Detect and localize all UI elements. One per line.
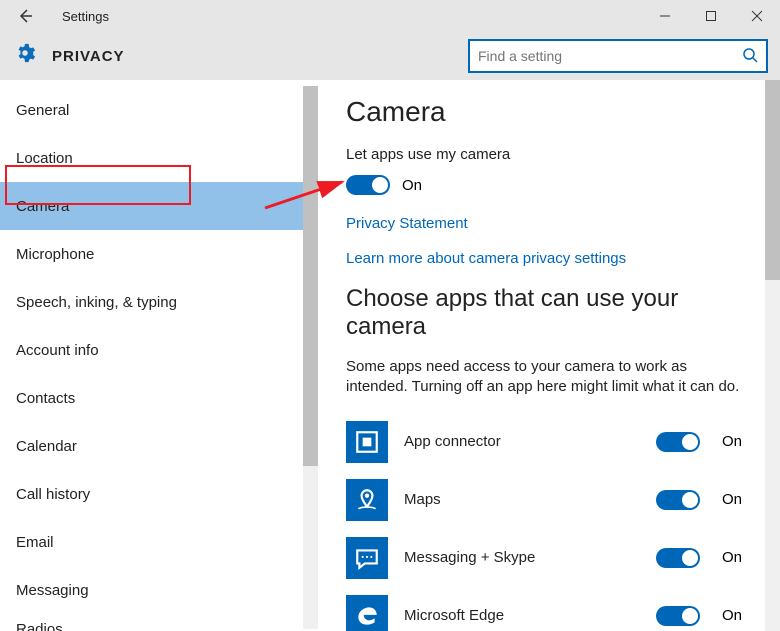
sidebar-item-label: General bbox=[16, 102, 69, 119]
sidebar-item-speech[interactable]: Speech, inking, & typing bbox=[0, 278, 303, 326]
edge-icon bbox=[346, 595, 388, 631]
gear-icon bbox=[12, 42, 38, 70]
sidebar-item-label: Camera bbox=[16, 198, 69, 215]
window-title: Settings bbox=[62, 9, 109, 24]
sidebar-item-microphone[interactable]: Microphone bbox=[0, 230, 303, 278]
page-title: Camera bbox=[346, 96, 752, 128]
sidebar-item-label: Microphone bbox=[16, 246, 94, 263]
messaging-icon bbox=[346, 537, 388, 579]
section-description: Some apps need access to your camera to … bbox=[346, 357, 752, 398]
sidebar-item-label: Location bbox=[16, 150, 73, 167]
header: PRIVACY bbox=[0, 32, 780, 80]
sidebar-item-calendar[interactable]: Calendar bbox=[0, 422, 303, 470]
master-toggle-label: Let apps use my camera bbox=[346, 146, 752, 163]
app-name: App connector bbox=[404, 433, 656, 450]
sidebar-item-location[interactable]: Location bbox=[0, 134, 303, 182]
app-toggle[interactable] bbox=[656, 432, 700, 452]
master-toggle[interactable] bbox=[346, 175, 390, 195]
sidebar-item-contacts[interactable]: Contacts bbox=[0, 374, 303, 422]
sidebar-item-label: Messaging bbox=[16, 582, 89, 599]
back-button[interactable] bbox=[10, 1, 40, 31]
app-toggle[interactable] bbox=[656, 490, 700, 510]
minimize-button[interactable] bbox=[642, 0, 688, 32]
app-row: Microsoft Edge On bbox=[346, 590, 752, 631]
privacy-statement-link[interactable]: Privacy Statement bbox=[346, 215, 752, 232]
app-name: Maps bbox=[404, 491, 656, 508]
sidebar-item-callhistory[interactable]: Call history bbox=[0, 470, 303, 518]
sidebar-item-label: Contacts bbox=[16, 390, 75, 407]
sidebar-item-label: Speech, inking, & typing bbox=[16, 294, 177, 311]
category-title: PRIVACY bbox=[52, 48, 125, 65]
sidebar-item-label: Radios bbox=[16, 621, 63, 631]
app-row: App connector On bbox=[346, 416, 752, 468]
sidebar-scrollbar-thumb[interactable] bbox=[303, 86, 318, 466]
app-connector-icon bbox=[346, 421, 388, 463]
app-toggle[interactable] bbox=[656, 606, 700, 626]
app-toggle-state: On bbox=[722, 491, 752, 508]
app-toggle-state: On bbox=[722, 607, 752, 624]
sidebar-item-label: Calendar bbox=[16, 438, 77, 455]
sidebar-item-label: Call history bbox=[16, 486, 90, 503]
app-toggle[interactable] bbox=[656, 548, 700, 568]
master-toggle-state: On bbox=[402, 177, 422, 194]
sidebar-item-radios[interactable]: Radios bbox=[0, 614, 303, 631]
search-icon bbox=[742, 47, 758, 66]
app-name: Messaging + Skype bbox=[404, 549, 656, 566]
maps-icon bbox=[346, 479, 388, 521]
app-toggle-state: On bbox=[722, 433, 752, 450]
titlebar: Settings bbox=[0, 0, 780, 32]
sidebar-item-camera[interactable]: Camera bbox=[0, 182, 303, 230]
sidebar-item-messaging[interactable]: Messaging bbox=[0, 566, 303, 614]
content-scrollbar-thumb[interactable] bbox=[765, 80, 780, 280]
app-row: Messaging + Skype On bbox=[346, 532, 752, 584]
maximize-button[interactable] bbox=[688, 0, 734, 32]
sidebar-item-email[interactable]: Email bbox=[0, 518, 303, 566]
sidebar-item-general[interactable]: General bbox=[0, 86, 303, 134]
section-title: Choose apps that can use your camera bbox=[346, 285, 752, 341]
app-name: Microsoft Edge bbox=[404, 607, 656, 624]
sidebar-item-account[interactable]: Account info bbox=[0, 326, 303, 374]
search-box[interactable] bbox=[468, 39, 768, 73]
sidebar: General Location Camera Microphone Speec… bbox=[0, 86, 303, 631]
learn-more-link[interactable]: Learn more about camera privacy settings bbox=[346, 250, 752, 267]
search-input[interactable] bbox=[478, 48, 742, 64]
sidebar-item-label: Account info bbox=[16, 342, 99, 359]
app-toggle-state: On bbox=[722, 549, 752, 566]
app-row: Maps On bbox=[346, 474, 752, 526]
sidebar-item-label: Email bbox=[16, 534, 54, 551]
close-button[interactable] bbox=[734, 0, 780, 32]
